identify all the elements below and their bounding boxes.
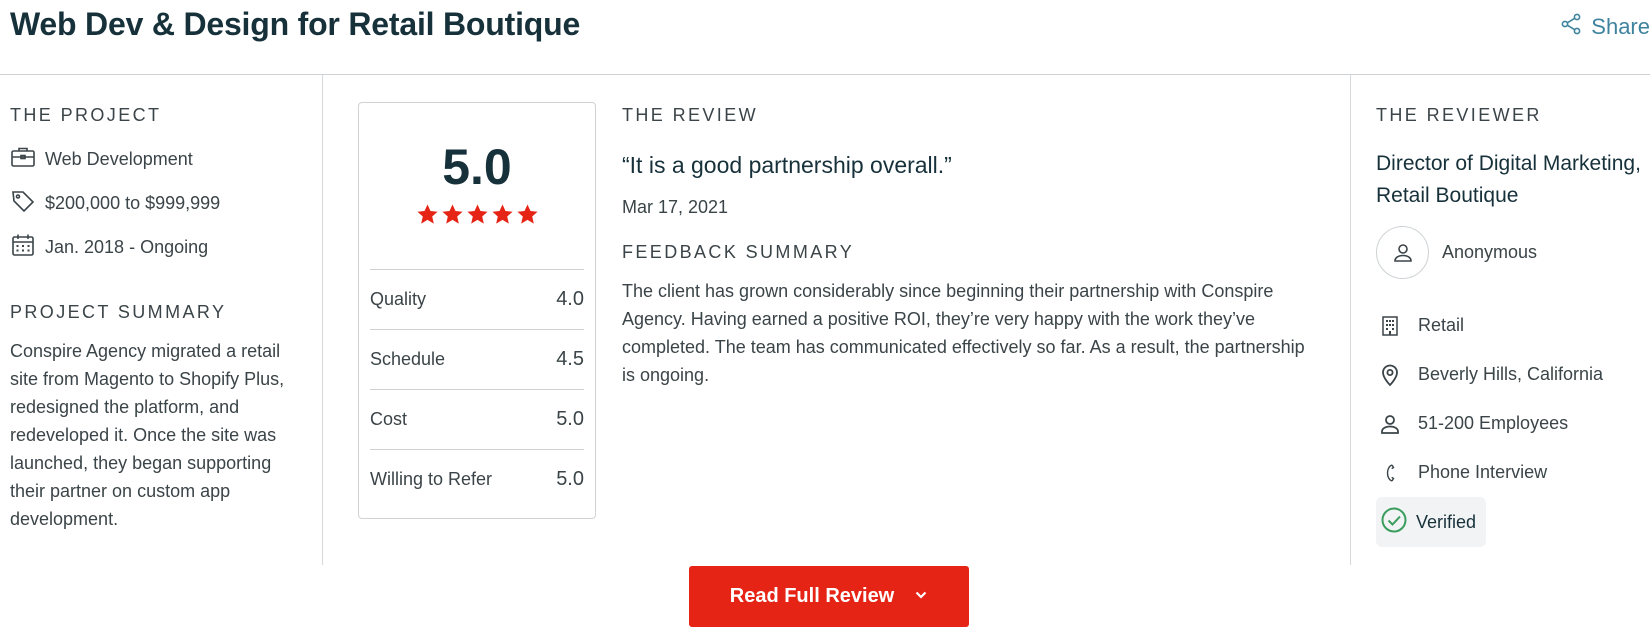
reviewer-interview-type: Phone Interview bbox=[1376, 448, 1650, 497]
check-circle-icon bbox=[1380, 506, 1408, 539]
star-icon bbox=[416, 204, 438, 224]
rating-value: 5.0 bbox=[556, 408, 584, 430]
read-full-review-label: Read Full Review bbox=[729, 585, 895, 607]
reviewer-industry-text: Retail bbox=[1418, 315, 1465, 335]
project-section-label: THE PROJECT bbox=[10, 105, 162, 125]
review-date: Mar 17, 2021 bbox=[622, 197, 729, 217]
reviewer-company-size: 51-200 Employees bbox=[1376, 399, 1650, 448]
project-budget: $200,000 to $999,999 bbox=[10, 190, 310, 216]
reviewer-title: Director of Digital Marketing, Retail Bo… bbox=[1376, 148, 1650, 212]
rating-value: 4.5 bbox=[556, 348, 584, 370]
star-icon bbox=[466, 204, 488, 224]
chevron-down-icon bbox=[914, 585, 928, 608]
rating-value: 5.0 bbox=[556, 468, 584, 490]
review-section-label: THE REVIEW bbox=[622, 105, 759, 125]
reviewer-interview-text: Phone Interview bbox=[1418, 462, 1548, 482]
column-divider bbox=[1350, 75, 1351, 565]
calendar-icon bbox=[10, 232, 36, 263]
reviewer-industry: Retail bbox=[1376, 301, 1650, 350]
reviewer-role: Director of Digital Marketing, bbox=[1376, 152, 1641, 175]
star-icon bbox=[441, 204, 463, 224]
project-details: Web Development $200,000 to $999,999 Jan… bbox=[10, 146, 310, 260]
feedback-summary-text: The client has grown considerably since … bbox=[622, 281, 1305, 385]
reviewer-location: Beverly Hills, California bbox=[1376, 350, 1650, 399]
rating-label: Willing to Refer bbox=[370, 469, 493, 489]
phone-icon bbox=[1376, 461, 1404, 485]
star-rating bbox=[359, 203, 595, 226]
project-service-text: Web Development bbox=[45, 148, 193, 169]
rating-row-cost: Cost 5.0 bbox=[370, 389, 584, 449]
reviewer-company: Retail Boutique bbox=[1376, 184, 1519, 207]
verified-badge: Verified bbox=[1376, 497, 1487, 547]
briefcase-icon bbox=[10, 144, 36, 175]
project-section: THE PROJECT Web Development $200,000 to … bbox=[10, 105, 310, 533]
reviewer-name: Anonymous bbox=[1442, 242, 1538, 262]
rating-row-schedule: Schedule 4.5 bbox=[370, 329, 584, 389]
reviewer-company-size-text: 51-200 Employees bbox=[1418, 413, 1569, 433]
user-icon bbox=[1393, 243, 1412, 262]
project-summary-text: Conspire Agency migrated a retail site f… bbox=[10, 341, 285, 529]
project-duration-text: Jan. 2018 - Ongoing bbox=[45, 236, 209, 257]
price-tag-icon bbox=[10, 188, 36, 219]
star-icon bbox=[491, 204, 513, 224]
reviewer-details: Retail Beverly Hills, California 51-200 … bbox=[1376, 301, 1650, 497]
share-label: Share bbox=[1591, 14, 1650, 39]
verified-label: Verified bbox=[1416, 511, 1477, 532]
building-icon bbox=[1376, 314, 1404, 338]
read-full-review-button[interactable]: Read Full Review bbox=[689, 566, 969, 627]
reviewer-identity: Anonymous bbox=[1376, 226, 1650, 279]
rating-row-willing-to-refer: Willing to Refer 5.0 bbox=[370, 449, 584, 509]
share-button[interactable]: Share bbox=[1559, 12, 1650, 42]
location-pin-icon bbox=[1376, 363, 1404, 387]
reviewer-location-text: Beverly Hills, California bbox=[1418, 364, 1604, 384]
page-title: Web Dev & Design for Retail Boutique bbox=[10, 6, 581, 42]
rating-breakdown: Quality 4.0 Schedule 4.5 Cost 5.0 Willin… bbox=[370, 269, 584, 509]
review-quote: “It is a good partnership overall.” bbox=[622, 152, 952, 178]
review-section: THE REVIEW “It is a good partnership ove… bbox=[622, 105, 1322, 389]
avatar bbox=[1376, 226, 1429, 279]
rating-label: Schedule bbox=[370, 349, 446, 369]
person-icon bbox=[1376, 412, 1404, 436]
project-duration: Jan. 2018 - Ongoing bbox=[10, 234, 310, 260]
rating-card: 5.0 Quality 4.0 Schedule 4.5 Cost 5.0 Wi… bbox=[358, 102, 596, 519]
reviewer-section-label: THE REVIEWER bbox=[1376, 105, 1542, 125]
project-service: Web Development bbox=[10, 146, 310, 172]
share-icon bbox=[1559, 12, 1583, 42]
rating-label: Quality bbox=[370, 289, 427, 309]
review-header: Web Dev & Design for Retail Boutique Sha… bbox=[0, 0, 1650, 75]
project-summary-label: PROJECT SUMMARY bbox=[10, 302, 227, 322]
column-divider bbox=[322, 75, 323, 565]
overall-rating: 5.0 bbox=[442, 139, 512, 195]
rating-value: 4.0 bbox=[556, 288, 584, 310]
rating-label: Cost bbox=[370, 409, 408, 429]
rating-row-quality: Quality 4.0 bbox=[370, 269, 584, 329]
reviewer-section: THE REVIEWER Director of Digital Marketi… bbox=[1376, 105, 1650, 547]
feedback-summary-label: FEEDBACK SUMMARY bbox=[622, 242, 855, 262]
project-budget-text: $200,000 to $999,999 bbox=[45, 192, 221, 213]
star-icon bbox=[516, 204, 538, 224]
